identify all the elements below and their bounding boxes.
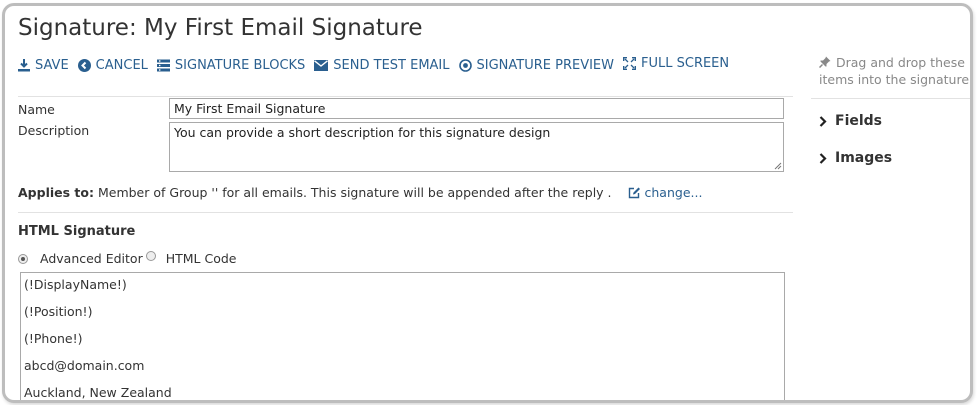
full-screen-label: FULL SCREEN [641,55,730,71]
cancel-label: CANCEL [95,57,148,73]
editor-mode-selector: Advanced Editor HTML Code [18,250,237,266]
applies-to-text: Member of Group '' for all emails. This … [97,185,612,200]
editor-line: abcd@domain.com [24,358,145,373]
side-panel: Drag and drop these items into the signa… [811,6,970,400]
signature-blocks-label: SIGNATURE BLOCKS [174,57,306,73]
signature-editor-window: Signature: My First Email Signature SAVE… [2,3,973,403]
images-toggle[interactable]: Images [819,150,892,166]
change-link[interactable]: change... [628,185,703,200]
fields-label: Fields [835,113,883,129]
toolbar: SAVE CANCEL SIGNATURE BLOCKS SEND TEST E… [18,54,738,76]
drag-hint: Drag and drop these items into the signa… [818,54,970,88]
divider [811,98,970,99]
signature-editor[interactable]: (!DisplayName!) (!Position!) (!Phone!) a… [20,272,785,400]
save-button[interactable]: SAVE [18,58,69,73]
editor-line: (!Position!) [24,304,93,319]
play-circle-icon [458,58,472,72]
divider [18,212,793,213]
editor-line: (!Phone!) [24,331,83,346]
applies-to-label: Applies to: [18,185,94,200]
signature-blocks-button[interactable]: SIGNATURE BLOCKS [156,57,306,73]
description-label: Description [18,123,90,138]
send-test-email-label: SEND TEST EMAIL [333,57,450,73]
html-code-radio[interactable] [145,250,156,261]
envelope-icon [314,59,329,71]
expand-icon [623,56,636,70]
advanced-editor-radio[interactable] [18,253,28,264]
chevron-right-icon [819,115,827,127]
pin-icon [818,56,831,69]
drag-hint-text: Drag and drop these items into the signa… [819,55,970,87]
cancel-button[interactable]: CANCEL [77,57,148,73]
description-field[interactable]: You can provide a short description for … [169,122,784,172]
html-code-label: HTML Code [165,251,237,266]
signature-preview-button[interactable]: SIGNATURE PREVIEW [458,57,614,73]
chevron-right-icon [819,152,827,164]
advanced-editor-label: Advanced Editor [40,251,143,266]
name-field[interactable] [169,98,784,119]
download-icon [18,58,30,71]
editor-line: (!DisplayName!) [24,277,127,292]
change-label: change... [644,185,703,200]
resize-handle-icon[interactable] [774,162,782,170]
description-text: You can provide a short description for … [174,125,551,140]
divider [18,96,793,97]
name-label: Name [18,102,55,117]
applies-to-row: Applies to: Member of Group '' for all e… [18,185,702,200]
fields-toggle[interactable]: Fields [819,113,882,129]
send-test-email-button[interactable]: SEND TEST EMAIL [314,57,450,73]
images-label: Images [835,150,893,166]
signature-preview-label: SIGNATURE PREVIEW [476,57,614,73]
editor-line: Auckland, New Zealand [24,385,172,400]
edit-icon [628,187,640,199]
page-title: Signature: My First Email Signature [18,15,423,41]
list-icon [156,59,170,71]
full-screen-button[interactable]: FULL SCREEN [623,56,729,71]
save-label: SAVE [35,57,69,73]
html-signature-title: HTML Signature [18,224,136,239]
back-circle-icon [77,58,91,72]
